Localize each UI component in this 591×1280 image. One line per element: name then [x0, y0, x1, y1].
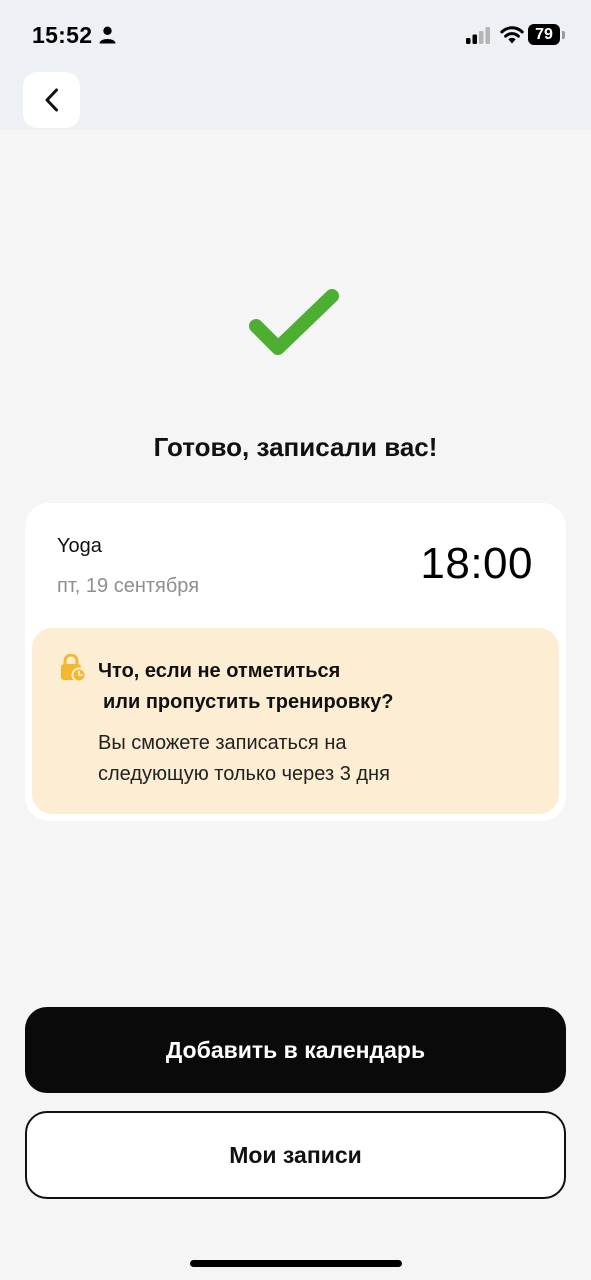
class-date: пт, 19 сентября: [57, 575, 200, 597]
home-indicator: [190, 1260, 402, 1267]
cellular-signal-icon: [466, 27, 490, 44]
warning-box: Что, если не отметиться или пропустить т…: [32, 628, 559, 814]
chevron-left-icon: [45, 88, 58, 112]
success-title: Готово, записали вас!: [153, 432, 438, 462]
add-to-calendar-button[interactable]: Добавить в календарь: [25, 1007, 566, 1093]
checkmark-icon: [249, 289, 339, 355]
warning-text: Вы сможете записаться на следующую тольк…: [98, 728, 528, 790]
booking-card: Yoga пт, 19 сентября 18:00 Что, если не …: [25, 503, 566, 821]
warning-text-line-2: следующую только через 3 дня: [98, 763, 390, 785]
class-time: 18:00: [420, 539, 533, 588]
warning-text-line-1: Вы сможете записаться на: [98, 732, 347, 754]
class-name: Yoga: [57, 535, 102, 557]
booking-confirmation-screen: 15:52 79 Готово, записали вас! Yoga пт, …: [0, 0, 591, 1280]
status-time: 15:52: [32, 22, 93, 48]
warning-title-line-1: Что, если не отметиться: [98, 660, 341, 682]
person-icon: [99, 26, 116, 44]
warning-title-line-2: или пропустить тренировку?: [103, 691, 394, 713]
back-button[interactable]: [23, 72, 80, 128]
status-bar: 15:52 79: [0, 0, 591, 70]
header: [0, 70, 591, 130]
battery-icon: 79: [528, 24, 560, 45]
battery-level: 79: [535, 25, 553, 43]
wifi-icon: [500, 26, 524, 44]
warning-title: Что, если не отметиться или пропустить т…: [98, 656, 528, 718]
battery-cap: [562, 31, 565, 39]
my-bookings-button[interactable]: Мои записи: [25, 1111, 566, 1199]
lock-clock-icon: [61, 654, 86, 682]
